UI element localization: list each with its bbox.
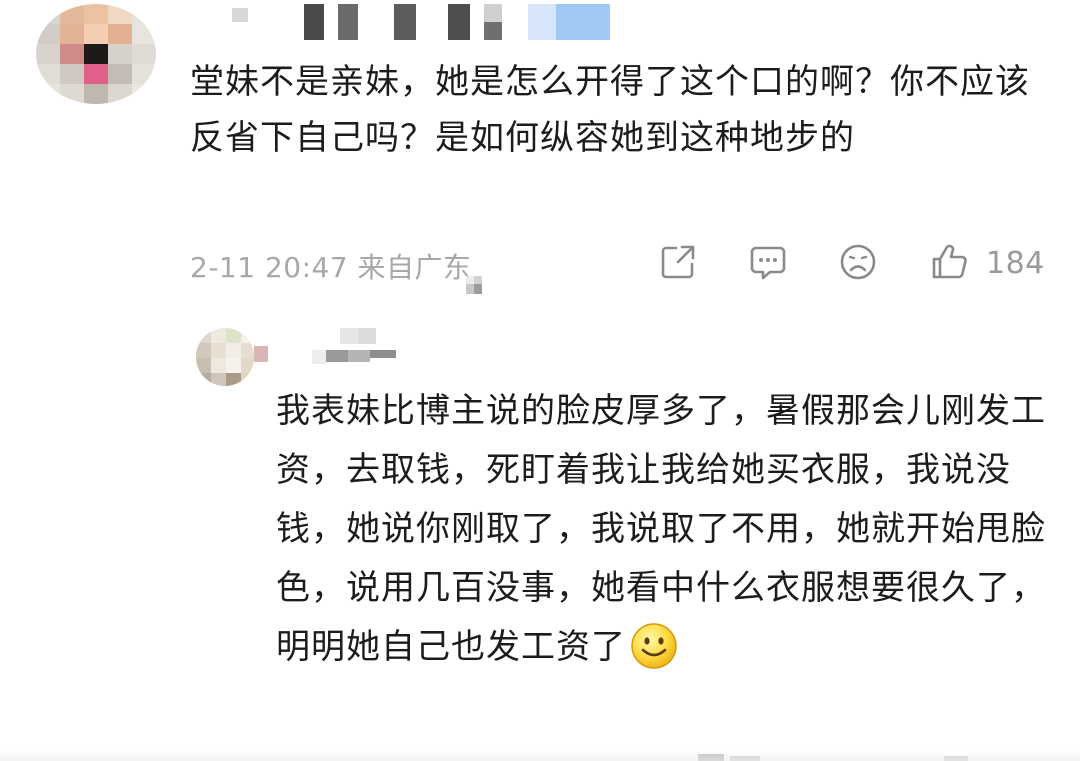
bottom-divider — [0, 751, 1080, 761]
comment-icon — [750, 246, 786, 280]
comment-location: 来自广东 — [357, 251, 472, 284]
like-icon — [932, 244, 967, 279]
reply-username-redacted[interactable] — [302, 328, 412, 364]
avatar[interactable] — [36, 4, 156, 104]
comment-date-time: 2-11 20:47 — [190, 251, 349, 284]
reply-avatar-edge — [254, 346, 268, 362]
reply-text: 我表妹比博主说的脸皮厚多了，暑假那会儿刚发工资，去取钱，死盯着我让我给她买衣服，… — [276, 382, 1046, 689]
reply-button[interactable] — [748, 242, 790, 284]
smiley-icon — [631, 623, 677, 669]
reply-avatar[interactable] — [196, 328, 254, 386]
share-icon — [661, 245, 695, 279]
smiley-face-emoji — [630, 622, 678, 689]
username-redacted[interactable] — [232, 4, 612, 42]
comment-timestamp: 2-11 20:47 来自广东 — [190, 246, 472, 286]
dislike-button[interactable] — [838, 242, 880, 284]
dislike-icon — [840, 244, 876, 280]
comment-meta: 2-11 20:47 来自广东 184 — [190, 240, 1050, 286]
pixelated-username — [232, 4, 610, 40]
pixel-artifact — [466, 276, 482, 294]
avatar-mosaic — [36, 4, 156, 104]
reply-avatar-mosaic — [196, 328, 254, 386]
comment-text: 堂妹不是亲妹，她是怎么开得了这个口的啊？你不应该反省下自己吗？是如何纵容她到这种… — [190, 62, 1030, 158]
like-count: 184 — [986, 246, 1045, 281]
share-button[interactable] — [658, 242, 700, 284]
pixelated-reply-username — [312, 328, 396, 364]
like-button[interactable] — [930, 242, 972, 284]
